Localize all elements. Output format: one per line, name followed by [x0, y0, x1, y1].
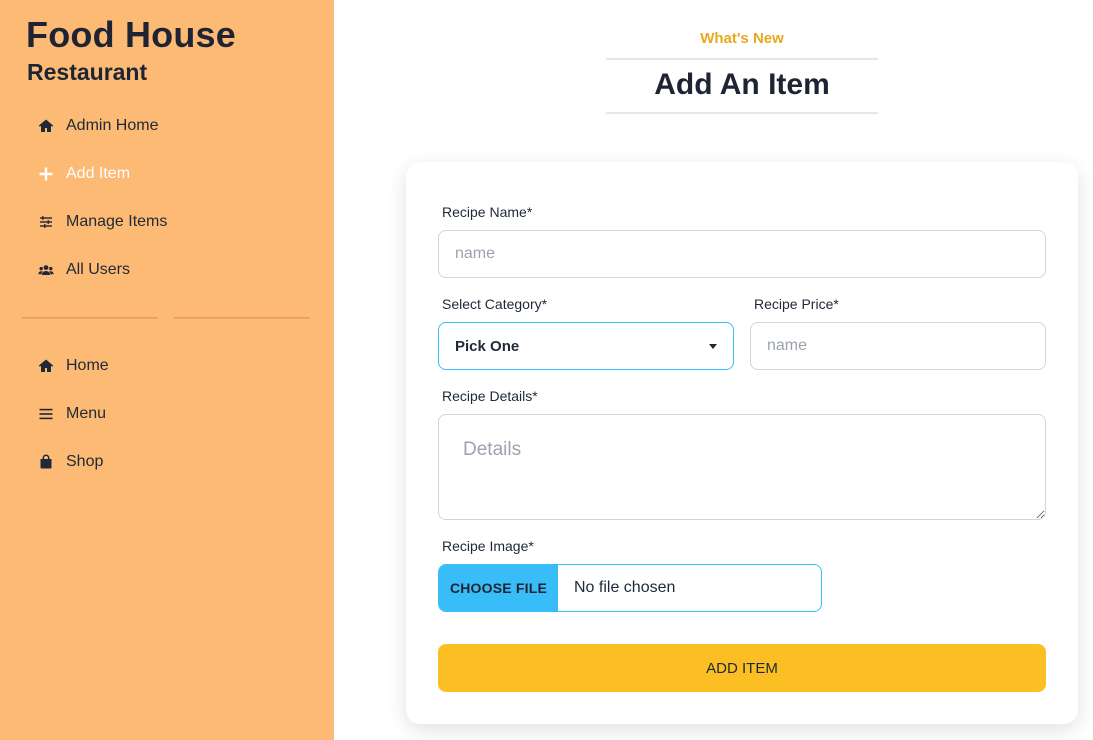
recipe-details-textarea[interactable] [438, 414, 1046, 520]
add-item-button[interactable]: ADD ITEM [438, 644, 1046, 692]
sidebar-divider [22, 317, 158, 319]
sidebar-item-label: Add Item [66, 165, 131, 182]
category-label: Select Category* [442, 296, 548, 312]
sidebar-item-label: All Users [66, 261, 131, 278]
sidebar-item-label: Shop [66, 453, 104, 470]
recipe-name-label: Recipe Name* [442, 204, 533, 220]
recipe-image-label: Recipe Image* [442, 538, 534, 554]
sidebar-item-label: Home [66, 357, 109, 374]
sidebar-item-label: Menu [66, 405, 107, 422]
sidebar-item-all-users[interactable]: All Users [38, 255, 130, 285]
home-icon [38, 118, 54, 134]
recipe-details-label: Recipe Details* [442, 388, 538, 404]
sidebar-item-add-item[interactable]: Add Item [38, 159, 130, 189]
sidebar-item-admin-home[interactable]: Admin Home [38, 111, 158, 141]
recipe-image-file-input[interactable]: CHOOSE FILE No file chosen [438, 564, 822, 612]
recipe-price-label: Recipe Price* [754, 296, 839, 312]
sidebar-divider [174, 317, 310, 319]
page-title: Add An Item [654, 68, 830, 101]
file-status-text: No file chosen [574, 579, 676, 596]
sidebar-item-menu[interactable]: Menu [38, 399, 106, 429]
brand-title: Food House [26, 14, 236, 55]
home-icon [38, 358, 54, 374]
sidebar-item-label: Admin Home [66, 117, 159, 134]
caret-down-icon [709, 344, 717, 349]
brand-subtitle: Restaurant [27, 59, 148, 85]
shopping-bag-icon [38, 454, 54, 470]
sidebar-item-manage-items[interactable]: Manage Items [38, 207, 167, 237]
category-selected-value: Pick One [455, 337, 520, 355]
sidebar-item-label: Manage Items [66, 213, 168, 230]
users-icon [38, 262, 54, 278]
choose-file-button[interactable]: CHOOSE FILE [439, 565, 558, 611]
section-kicker: What's New [700, 30, 784, 47]
sidebar-item-shop[interactable]: Shop [38, 447, 103, 477]
plus-icon [38, 166, 54, 182]
recipe-price-input[interactable] [750, 322, 1046, 370]
category-select[interactable]: Pick One [438, 322, 734, 370]
recipe-name-input[interactable] [438, 230, 1046, 278]
sliders-icon [38, 214, 54, 230]
sidebar-item-home[interactable]: Home [38, 351, 109, 381]
sidebar: Food House Restaurant Admin Home Add Ite… [0, 0, 334, 740]
menu-icon [38, 406, 54, 422]
